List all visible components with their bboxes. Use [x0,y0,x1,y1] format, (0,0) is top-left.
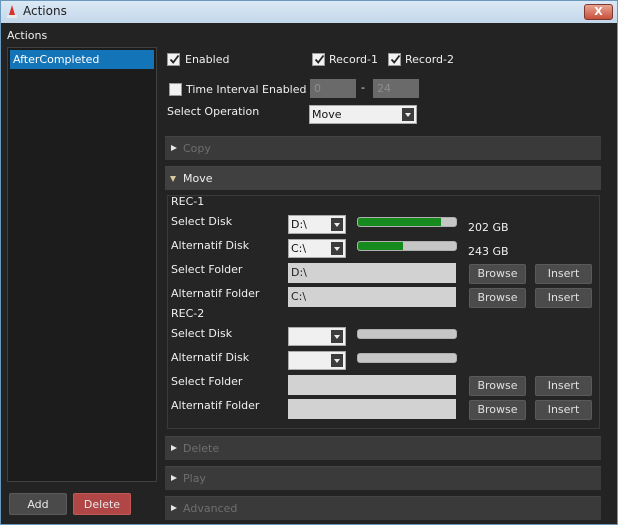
rec1-alt-disk-free: 243 GB [468,245,509,258]
operation-select-value: Move [312,108,342,121]
rec2-alt-folder-browse-button[interactable]: Browse [469,400,526,420]
chevron-down-icon [331,354,343,367]
check-icon [314,54,325,64]
rec2-alt-disk-label: Alternatif Disk [171,351,250,364]
rec1-alt-folder-input[interactable]: C:\ [288,287,456,307]
rec2-alt-disk-usage-bar [357,353,457,363]
rec2-select-disk-usage-bar [357,329,457,339]
rec1-alt-folder-insert-button[interactable]: Insert [535,288,592,308]
interval-separator: - [361,81,365,94]
enabled-checkbox[interactable] [167,53,180,66]
rec1-select-folder-input[interactable]: D:\ [288,263,456,283]
interval-from-input[interactable]: 0 [310,79,356,98]
select-operation-label: Select Operation [167,105,260,118]
accordion-move[interactable]: Move [165,166,601,190]
accordion-move-label: Move [183,172,213,185]
rec2-alt-folder-input[interactable] [288,399,456,419]
collapse-arrow-icon [170,176,176,182]
rec2-select-disk-label: Select Disk [171,327,233,340]
accordion-advanced-label: Advanced [183,502,238,515]
rec2-select-folder-insert-button[interactable]: Insert [535,376,592,396]
accordion-play-label: Play [183,472,206,485]
close-button[interactable]: X [584,4,613,20]
chevron-down-icon [331,330,343,343]
record1-label: Record-1 [329,53,378,66]
rec1-alt-disk-value: C:\ [291,242,307,255]
record1-checkbox[interactable] [312,53,325,66]
rec2-alt-folder-insert-button[interactable]: Insert [535,400,592,420]
rec1-select-disk-free: 202 GB [468,221,509,234]
interval-to-input[interactable]: 24 [373,79,419,98]
rec1-select-disk-label: Select Disk [171,215,233,228]
usage-fill [358,242,404,250]
accordion-delete[interactable]: Delete [165,436,601,460]
rec1-title: REC-1 [171,195,205,208]
rec2-title: REC-2 [171,307,205,320]
rec1-alt-disk-label: Alternatif Disk [171,239,250,252]
expand-arrow-icon [171,475,177,481]
rec2-select-folder-input[interactable] [288,375,456,395]
rec1-alt-disk-usage-bar [357,241,457,251]
chevron-down-icon [331,242,343,255]
rec1-alt-disk-dropdown[interactable]: C:\ [288,239,346,258]
record2-label: Record-2 [405,53,454,66]
rec1-select-folder-label: Select Folder [171,263,243,276]
rec1-select-disk-usage-bar [357,217,457,227]
add-button[interactable]: Add [9,493,67,515]
rec1-alt-folder-label: Alternatif Folder [171,287,260,300]
list-item[interactable]: AfterCompleted [10,50,154,69]
check-icon [169,54,180,64]
time-interval-checkbox[interactable] [169,83,182,96]
time-interval-label: Time Interval Enabled [186,83,307,96]
accordion-advanced[interactable]: Advanced [165,496,601,520]
actions-window: Actions X Actions AfterCompleted Add Del… [0,0,618,525]
actions-list[interactable]: AfterCompleted [7,47,157,482]
expand-arrow-icon [171,445,177,451]
enabled-label: Enabled [185,53,230,66]
delete-button[interactable]: Delete [73,493,131,515]
chevron-down-icon [331,218,343,231]
rec2-alt-folder-label: Alternatif Folder [171,399,260,412]
rec1-select-disk-value: D:\ [291,218,307,231]
rec2-alt-disk-dropdown[interactable] [288,351,346,370]
expand-arrow-icon [171,505,177,511]
operation-select[interactable]: Move [309,105,417,124]
record2-checkbox[interactable] [388,53,401,66]
title-bar: Actions X [1,1,617,23]
actions-heading: Actions [7,29,48,42]
rec1-select-folder-browse-button[interactable]: Browse [469,264,526,284]
app-logo-icon [7,5,17,18]
accordion-play[interactable]: Play [165,466,601,490]
accordion-copy[interactable]: Copy [165,136,601,160]
rec2-select-disk-dropdown[interactable] [288,327,346,346]
accordion-copy-label: Copy [183,142,211,155]
accordion-delete-label: Delete [183,442,220,455]
rec1-select-disk-dropdown[interactable]: D:\ [288,215,346,234]
close-icon: X [594,5,603,18]
usage-fill [358,218,442,226]
rec2-select-folder-browse-button[interactable]: Browse [469,376,526,396]
chevron-down-icon [402,108,414,121]
expand-arrow-icon [171,145,177,151]
rec1-select-folder-insert-button[interactable]: Insert [535,264,592,284]
check-icon [390,54,401,64]
rec1-alt-folder-browse-button[interactable]: Browse [469,288,526,308]
rec2-select-folder-label: Select Folder [171,375,243,388]
window-title: Actions [23,4,67,18]
